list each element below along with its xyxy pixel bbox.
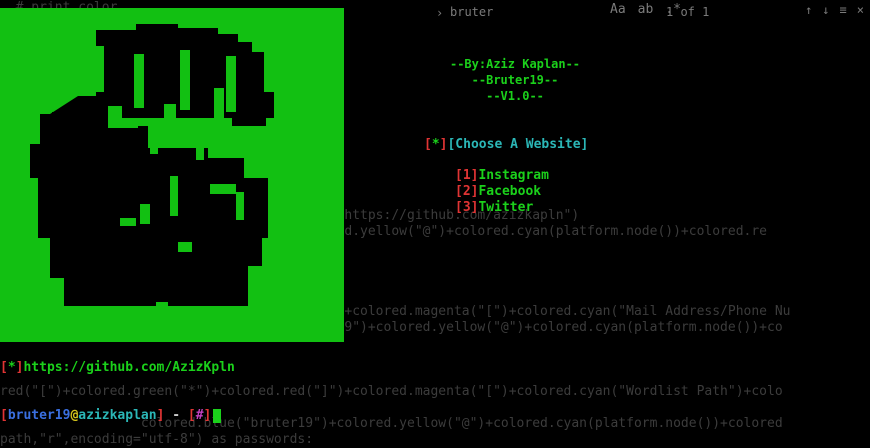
hash-bracket-close: ] (203, 408, 212, 423)
menu-item-facebook[interactable]: [2]Facebook (455, 184, 549, 200)
menu-number: 2 (462, 184, 471, 199)
find-input[interactable]: bruter (450, 4, 493, 20)
arrow-up-icon[interactable]: ↑ (805, 2, 812, 18)
menu-number: 3 (462, 200, 471, 215)
menu-label: Facebook (478, 184, 542, 199)
star-marker: * (7, 360, 16, 375)
bracket-open: [ (424, 137, 432, 152)
menu-number: 1 (462, 168, 471, 183)
github-line: [*]https://github.com/AzizKpln (0, 360, 235, 376)
star-marker: * (431, 137, 440, 152)
prompt-dash: - (164, 408, 188, 423)
close-icon[interactable]: × (857, 2, 864, 18)
prompt-bracket-close: ] (156, 408, 165, 423)
prompt-user: bruter19 (7, 408, 71, 423)
menu-item-instagram[interactable]: [1]Instagram (455, 168, 549, 184)
match-case-icon[interactable]: Aa (610, 2, 626, 18)
list-icon[interactable]: ≡ (840, 2, 847, 18)
github-url[interactable]: https://github.com/AzizKpln (23, 360, 234, 375)
bracket-open: [ (455, 168, 463, 183)
menu-item-twitter[interactable]: [3]Twitter (455, 200, 549, 216)
raised-fist-icon (30, 24, 274, 306)
fist-banner (0, 8, 344, 342)
credit-block: --By:Aziz Kaplan-- --Bruter19-- --V1.0-- (440, 56, 590, 104)
arrow-down-icon[interactable]: ↓ (822, 2, 829, 18)
menu-label: Twitter (478, 200, 534, 215)
match-count: 1 of 1 (666, 5, 710, 19)
bracket-open: [ (0, 360, 8, 375)
credit-author: --By:Aziz Kaplan-- (449, 57, 581, 71)
credit-version: --V1.0-- (486, 89, 544, 103)
find-nav: ↑ ↓ ≡ × (805, 2, 864, 18)
chevron-right-icon[interactable]: › (436, 5, 443, 21)
choose-website-heading: [*][Choose A Website] (424, 137, 588, 153)
prompt-hash: # (195, 408, 204, 423)
prompt-bracket-open: [ (0, 408, 8, 423)
bracket-open: [ (455, 184, 463, 199)
input-prompt[interactable]: [bruter19 @ azizkaplan] - [#] (0, 408, 222, 424)
hash-bracket-open: [ (187, 408, 196, 423)
whole-word-icon[interactable]: ab (638, 2, 654, 18)
website-menu: [1]Instagram [2]Facebook [3]Twitter (455, 168, 549, 216)
choose-label: [Choose A Website] (447, 137, 589, 152)
code-line: red("[")+colored.green("*")+colored.red(… (0, 384, 783, 399)
text-cursor (213, 409, 222, 423)
menu-label: Instagram (478, 168, 549, 183)
code-line: path,"r",encoding="utf-8") as passwords: (0, 432, 314, 447)
find-bar: › bruter Aa ab .* 1 of 1 ↑ ↓ ≡ × (424, 2, 870, 22)
prompt-host: azizkaplan (78, 408, 157, 423)
credit-tool: --Bruter19-- (471, 73, 559, 87)
prompt-at: @ (70, 408, 79, 423)
bracket-open: [ (455, 200, 463, 215)
